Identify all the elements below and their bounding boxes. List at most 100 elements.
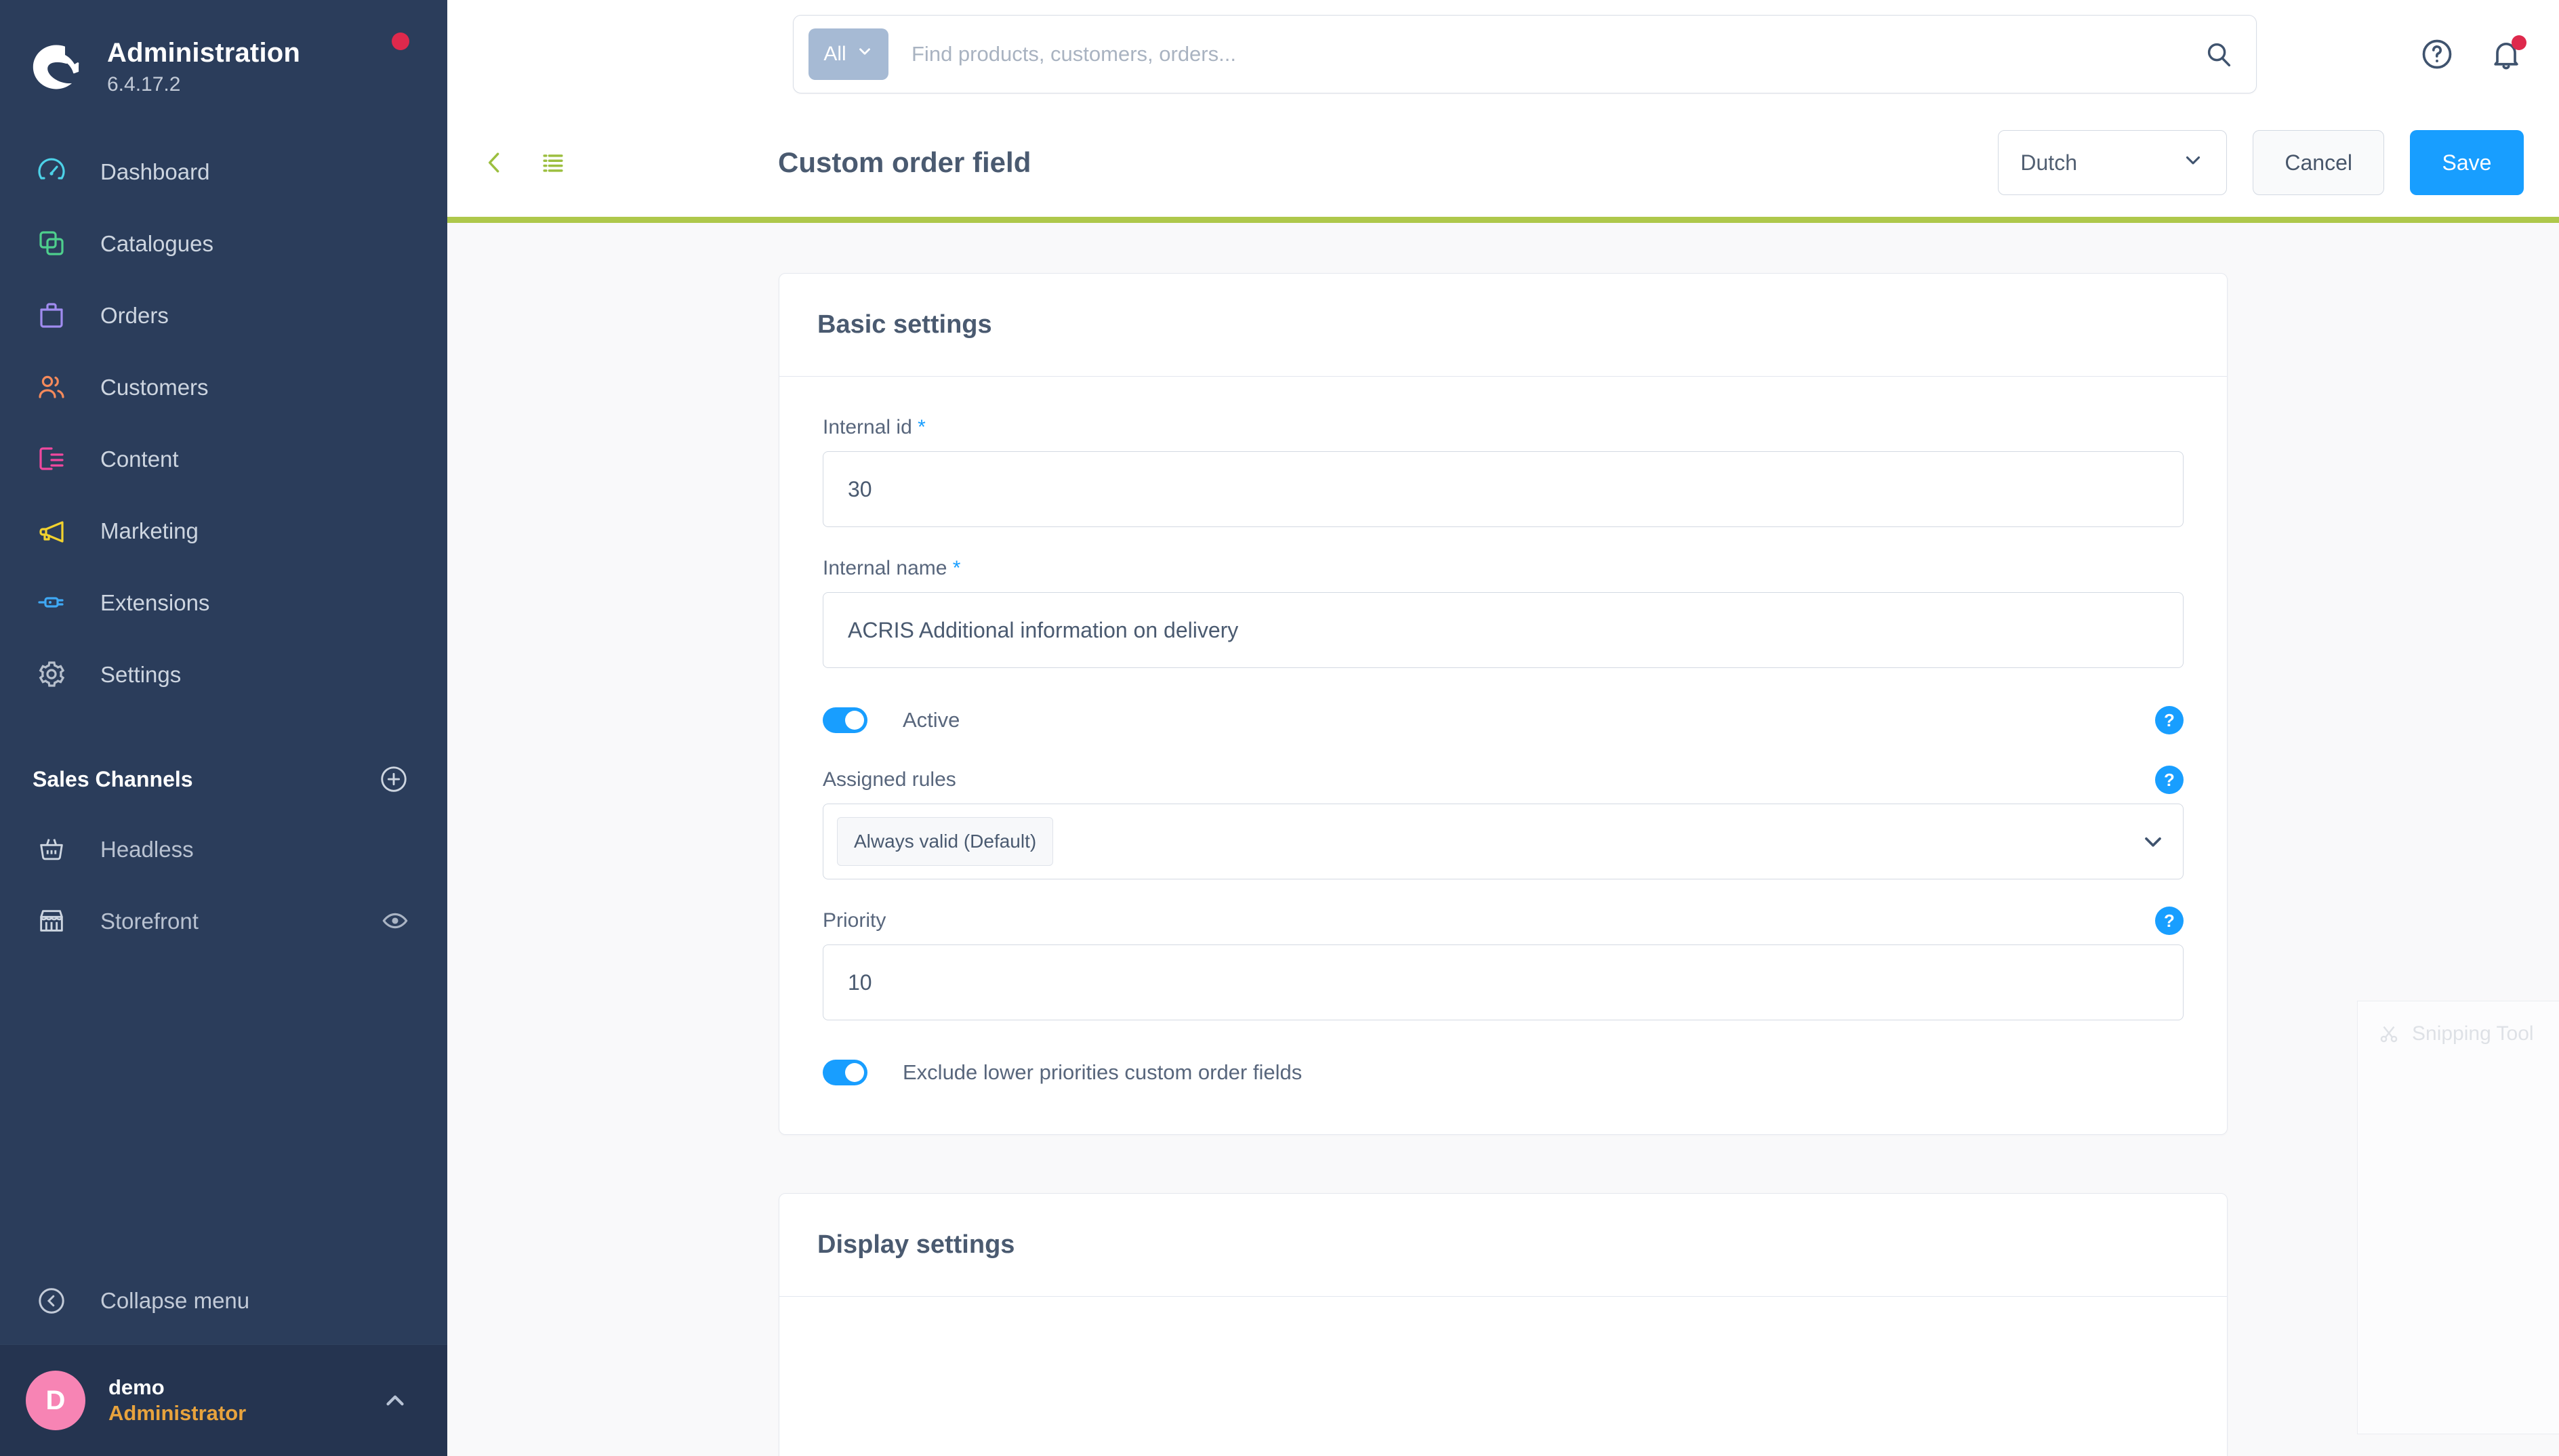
field-label: Internal id * xyxy=(823,416,2184,439)
extensions-plug-icon xyxy=(33,583,70,621)
topbar: All xyxy=(447,0,2559,108)
global-search[interactable]: All xyxy=(793,15,2257,93)
sidebar-item-label: Headless xyxy=(100,836,194,862)
assigned-rules-select[interactable]: Always valid (Default) xyxy=(823,804,2184,879)
field-label-text: Internal id xyxy=(823,416,912,438)
sidebar-item-label: Extensions xyxy=(100,589,210,615)
storefront-icon xyxy=(33,902,70,940)
user-menu[interactable]: D demo Administrator xyxy=(0,1345,447,1456)
question-circle-icon[interactable] xyxy=(2419,37,2455,72)
main-navigation: Dashboard Catalogues Orders Customers Co… xyxy=(0,136,447,710)
bell-icon[interactable] xyxy=(2489,35,2526,72)
cancel-button[interactable]: Cancel xyxy=(2253,130,2384,195)
display-settings-card: Display settings xyxy=(779,1193,2228,1456)
priority-label-row: Priority ? xyxy=(823,907,2184,935)
sidebar-item-headless[interactable]: Headless xyxy=(0,813,447,885)
progress-indicator xyxy=(447,217,2559,223)
brand-text: Administration 6.4.17.2 xyxy=(107,37,300,98)
ghost-window-titlebar: Snipping Tool xyxy=(2358,1001,2559,1046)
brand-title: Administration xyxy=(107,37,301,68)
sidebar-item-settings[interactable]: Settings xyxy=(0,638,447,710)
search-input[interactable] xyxy=(912,42,2203,66)
sidebar-item-label: Orders xyxy=(100,302,169,328)
app-root: Administration 6.4.17.2 Dashboard Catalo… xyxy=(0,0,2559,1456)
sidebar-item-label: Dashboard xyxy=(100,159,210,184)
sidebar-item-label: Marketing xyxy=(100,518,199,543)
card-header: Display settings xyxy=(779,1194,2227,1297)
ghost-window-title: Snipping Tool xyxy=(2412,1022,2534,1045)
eye-icon[interactable] xyxy=(381,907,409,935)
required-marker: * xyxy=(918,416,926,438)
priority-help-icon[interactable]: ? xyxy=(2155,907,2184,935)
content-layout-icon xyxy=(33,440,70,478)
language-select[interactable]: Dutch xyxy=(1998,130,2228,195)
save-button[interactable]: Save xyxy=(2410,130,2524,195)
dashboard-gauge-icon xyxy=(33,152,70,190)
search-icon[interactable] xyxy=(2203,39,2234,70)
assigned-rules-label-row: Assigned rules ? xyxy=(823,766,2184,794)
exclude-lower-priorities-toggle[interactable] xyxy=(823,1060,867,1085)
priority-input[interactable] xyxy=(823,944,2184,1020)
card-body xyxy=(779,1297,2227,1456)
content-scroll-area[interactable]: Basic settings Internal id * Internal na… xyxy=(447,223,2559,1456)
orders-bag-icon xyxy=(33,296,70,334)
active-label: Active xyxy=(903,708,960,732)
collapse-menu-button[interactable]: Collapse menu xyxy=(0,1257,447,1345)
catalogues-squares-icon xyxy=(33,224,70,262)
field-label: Internal name * xyxy=(823,557,2184,580)
sidebar-item-label: Storefront xyxy=(100,908,199,934)
field-exclude-lower-priorities: Exclude lower priorities custom order fi… xyxy=(823,1060,2184,1085)
collapse-menu-label: Collapse menu xyxy=(100,1287,250,1313)
snipping-tool-ghost-window: Snipping Tool xyxy=(2357,1001,2559,1434)
chevron-down-icon[interactable] xyxy=(2140,828,2167,855)
sales-channels-header: Sales Channels xyxy=(0,745,447,813)
active-toggle[interactable] xyxy=(823,707,867,733)
assigned-rules-help-icon[interactable]: ? xyxy=(2155,766,2184,794)
field-internal-name: Internal name * xyxy=(823,557,2184,668)
exclude-lower-priorities-label: Exclude lower priorities custom order fi… xyxy=(903,1060,1303,1084)
sidebar-item-label: Content xyxy=(100,446,179,472)
required-marker: * xyxy=(952,557,961,579)
sidebar-item-content[interactable]: Content xyxy=(0,423,447,495)
active-help-icon[interactable]: ? xyxy=(2155,706,2184,734)
sidebar-item-extensions[interactable]: Extensions xyxy=(0,566,447,638)
page-header-actions: Dutch Cancel Save xyxy=(1998,130,2524,195)
basic-settings-card: Basic settings Internal id * Internal na… xyxy=(779,273,2228,1135)
sidebar-item-dashboard[interactable]: Dashboard xyxy=(0,136,447,207)
main-area: All Find products, customers, orders... … xyxy=(447,0,2559,1456)
sidebar-item-customers[interactable]: Customers xyxy=(0,351,447,423)
basket-icon xyxy=(33,830,70,868)
sidebar-item-storefront[interactable]: Storefront xyxy=(0,885,447,957)
sidebar-item-label: Customers xyxy=(100,374,209,400)
chevron-down-icon xyxy=(2182,148,2205,177)
card-title: Basic settings xyxy=(817,310,992,339)
field-priority: Priority ? xyxy=(823,907,2184,1020)
user-meta: demo Administrator xyxy=(108,1375,246,1426)
field-active: Active ? xyxy=(823,706,2184,734)
card-header: Basic settings xyxy=(779,274,2227,377)
chevron-left-icon[interactable] xyxy=(480,148,510,178)
rule-tag[interactable]: Always valid (Default) xyxy=(837,817,1054,866)
chevron-down-icon xyxy=(856,43,874,66)
chevron-up-icon[interactable] xyxy=(381,1386,409,1415)
priority-label: Priority xyxy=(823,909,886,932)
language-select-value: Dutch xyxy=(2020,150,2077,175)
sidebar-item-marketing[interactable]: Marketing xyxy=(0,495,447,566)
sidebar-item-catalogues[interactable]: Catalogues xyxy=(0,207,447,279)
field-internal-id: Internal id * xyxy=(823,416,2184,527)
page-title: Custom order field xyxy=(778,146,1031,178)
snipping-tool-icon xyxy=(2377,1022,2401,1046)
internal-name-input[interactable] xyxy=(823,592,2184,668)
plus-circle-icon[interactable] xyxy=(378,764,409,795)
brand-version: 6.4.17.2 xyxy=(107,72,181,96)
internal-id-input[interactable] xyxy=(823,451,2184,527)
brand-header[interactable]: Administration 6.4.17.2 xyxy=(0,0,447,108)
card-title: Display settings xyxy=(817,1230,1015,1259)
marketing-megaphone-icon xyxy=(33,512,70,549)
sidebar-item-orders[interactable]: Orders xyxy=(0,279,447,351)
list-icon[interactable] xyxy=(538,148,568,178)
chevron-left-circle-icon xyxy=(33,1282,70,1320)
search-scope-dropdown[interactable]: All xyxy=(808,28,888,80)
settings-gear-icon xyxy=(33,655,70,693)
field-assigned-rules: Assigned rules ? Always valid (Default) xyxy=(823,766,2184,879)
